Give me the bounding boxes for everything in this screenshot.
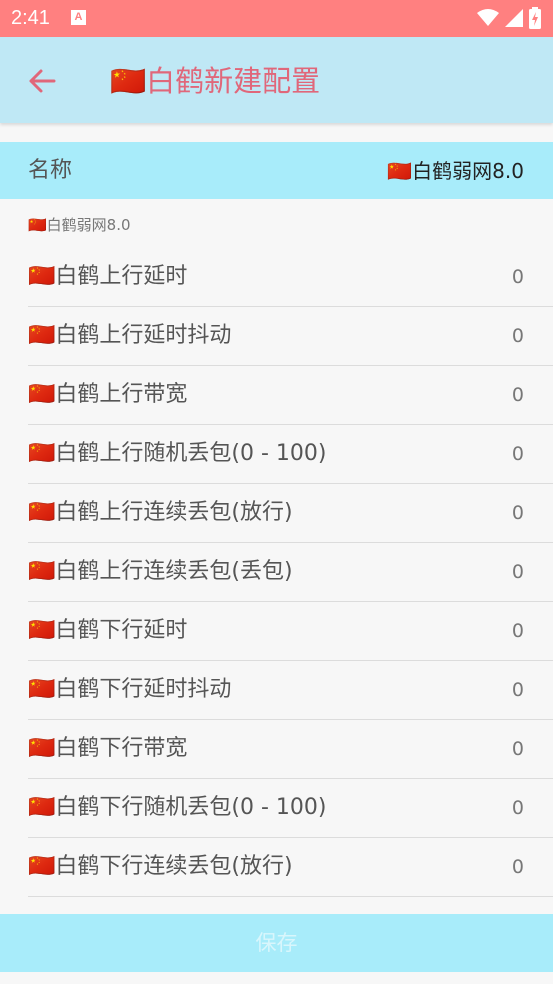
item-label: 🇨🇳白鹤下行延时 [28,618,188,643]
name-value[interactable]: 🇨🇳白鹤弱网8.0 [387,156,524,186]
battery-icon [529,7,541,29]
section-caption: 🇨🇳白鹤弱网8.0 [28,216,131,234]
item-label: 🇨🇳白鹤下行延时抖动 [28,677,232,702]
wifi-icon [477,9,499,26]
bottom-strip [0,972,553,984]
item-value: 0 [511,384,524,406]
app-bar: 🇨🇳白鹤新建配置 [0,37,553,123]
list-item-uplink-random-loss[interactable]: 🇨🇳白鹤上行随机丢包(0 - 100) 0 [28,425,553,484]
signal-icon [505,9,523,27]
status-bar: 2:41 A [0,0,553,37]
item-value: 0 [511,620,524,642]
item-label: 🇨🇳白鹤上行带宽 [28,382,188,407]
item-label: 🇨🇳白鹤下行连续丢包(放行) [28,854,293,879]
settings-list: 🇨🇳白鹤上行延时 0 🇨🇳白鹤上行延时抖动 0 🇨🇳白鹤上行带宽 0 🇨🇳白鹤上… [28,248,553,897]
item-value: 0 [511,502,524,524]
list-item-uplink-bandwidth[interactable]: 🇨🇳白鹤上行带宽 0 [28,366,553,425]
item-label: 🇨🇳白鹤上行连续丢包(丢包) [28,559,293,584]
item-label: 🇨🇳白鹤下行随机丢包(0 - 100) [28,795,327,820]
item-label: 🇨🇳白鹤下行带宽 [28,736,188,761]
name-label: 名称 [28,158,73,183]
arrow-left-icon [29,69,56,93]
item-value: 0 [511,443,524,465]
save-button[interactable]: 保存 [0,914,553,972]
back-button[interactable] [18,57,66,105]
list-item-uplink-burst-pass[interactable]: 🇨🇳白鹤上行连续丢包(放行) 0 [28,484,553,543]
android-a-icon: A [71,10,86,25]
list-item-downlink-burst-pass[interactable]: 🇨🇳白鹤下行连续丢包(放行) 0 [28,838,553,897]
item-label: 🇨🇳白鹤上行延时抖动 [28,323,232,348]
status-time: 2:41 [11,7,50,29]
list-item-uplink-delay[interactable]: 🇨🇳白鹤上行延时 0 [28,248,553,307]
list-item-uplink-burst-drop[interactable]: 🇨🇳白鹤上行连续丢包(丢包) 0 [28,543,553,602]
item-value: 0 [511,856,524,878]
page-title: 🇨🇳白鹤新建配置 [110,64,321,98]
save-bar: 保存 [0,914,553,972]
item-value: 0 [511,561,524,583]
list-item-downlink-delay[interactable]: 🇨🇳白鹤下行延时 0 [28,602,553,661]
list-item-downlink-random-loss[interactable]: 🇨🇳白鹤下行随机丢包(0 - 100) 0 [28,779,553,838]
list-item-downlink-bandwidth[interactable]: 🇨🇳白鹤下行带宽 0 [28,720,553,779]
item-value: 0 [511,797,524,819]
item-value: 0 [511,738,524,760]
status-icons [477,7,541,29]
item-label: 🇨🇳白鹤上行随机丢包(0 - 100) [28,441,327,466]
item-label: 🇨🇳白鹤上行连续丢包(放行) [28,500,293,525]
item-value: 0 [511,266,524,288]
list-item-uplink-delay-jitter[interactable]: 🇨🇳白鹤上行延时抖动 0 [28,307,553,366]
item-value: 0 [511,679,524,701]
item-value: 0 [511,325,524,347]
item-label: 🇨🇳白鹤上行延时 [28,264,188,289]
list-item-downlink-delay-jitter[interactable]: 🇨🇳白鹤下行延时抖动 0 [28,661,553,720]
name-field-row[interactable]: 名称 🇨🇳白鹤弱网8.0 [0,142,553,199]
